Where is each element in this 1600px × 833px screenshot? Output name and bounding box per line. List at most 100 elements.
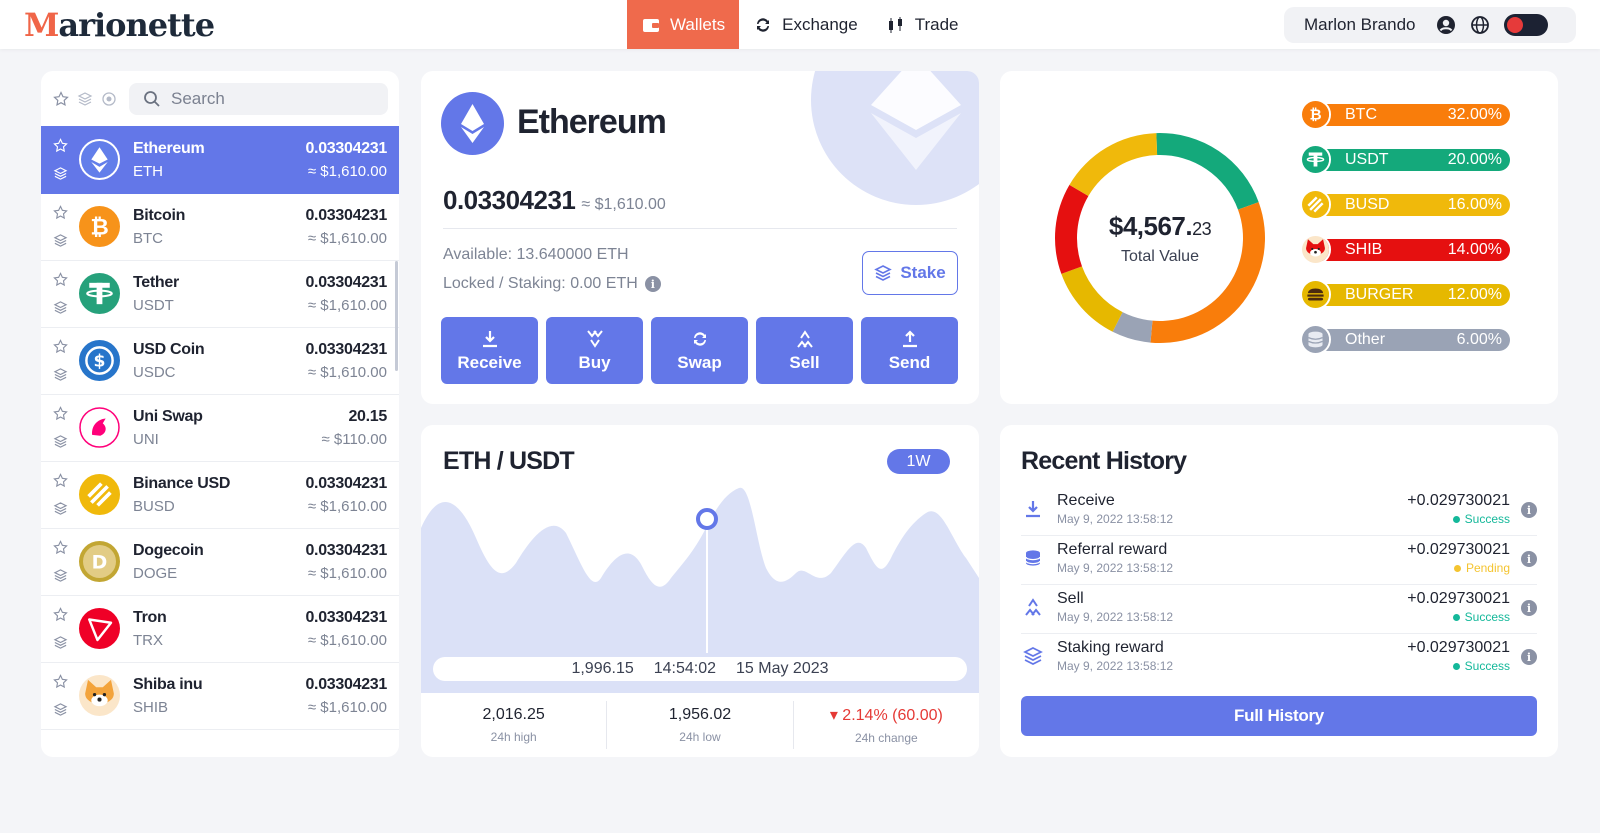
theme-toggle[interactable] <box>1503 14 1548 36</box>
wallet-actions: Receive Buy Swap Sell Send <box>441 317 958 384</box>
legend-item-other[interactable]: Other 6.00% <box>1300 324 1512 355</box>
buy-button[interactable]: Buy <box>546 317 643 384</box>
info-icon[interactable]: i <box>1521 502 1537 518</box>
coin-list-header <box>41 71 399 129</box>
shiba-icon <box>79 675 120 716</box>
search-box[interactable] <box>129 83 388 115</box>
coin-amount: 0.03304231 <box>305 676 387 693</box>
swap-button[interactable]: Swap <box>651 317 748 384</box>
history-row[interactable]: Sell May 9, 2022 13:58:12 +0.029730021 S… <box>1021 585 1537 634</box>
legend-item-shib[interactable]: SHIB 14.00% <box>1300 234 1512 265</box>
nav-label: Trade <box>914 14 959 34</box>
legend-name: USDT <box>1345 151 1389 168</box>
coin-row-shib[interactable]: Shiba inu SHIB 0.03304231 ≈ $1,610.00 <box>41 662 399 730</box>
legend-item-btc[interactable]: ₿ BTC 32.00% <box>1300 99 1512 130</box>
legend-percent: 20.00% <box>1447 151 1502 168</box>
history-amount: +0.029730021 <box>1407 639 1510 656</box>
nav-label: Wallets <box>670 14 726 34</box>
period-selector[interactable]: 1W <box>887 449 950 474</box>
stake-stack-icon[interactable] <box>53 367 68 387</box>
favorite-star-icon[interactable] <box>53 540 68 560</box>
send-button[interactable]: Send <box>861 317 958 384</box>
user-name[interactable]: Marlon Brando <box>1304 15 1416 35</box>
coin-name: Shiba inu <box>133 676 203 693</box>
legend-name: BURGER <box>1345 286 1414 303</box>
nav-wallets[interactable]: Wallets <box>627 0 740 49</box>
stake-button[interactable]: Stake <box>862 251 958 295</box>
ethereum-icon <box>79 139 120 180</box>
coin-icon[interactable] <box>101 91 117 107</box>
legend-item-burger[interactable]: BURGER 12.00% <box>1300 279 1512 310</box>
info-icon[interactable]: i <box>1521 649 1537 665</box>
legend-item-usdt[interactable]: USDT 20.00% <box>1300 144 1512 175</box>
coin-row-trx[interactable]: Tron TRX 0.03304231 ≈ $1,610.00 <box>41 595 399 663</box>
stake-stack-icon[interactable] <box>53 233 68 253</box>
favorite-star-icon[interactable] <box>53 674 68 694</box>
legend-percent: 6.00% <box>1456 331 1502 348</box>
nav-exchange[interactable]: Exchange <box>739 0 872 49</box>
stake-stack-icon[interactable] <box>53 635 68 655</box>
coin-list-panel: Ethereum ETH 0.03304231 ≈ $1,610.00 ₿ Bi… <box>41 71 399 757</box>
coin-symbol: BTC <box>133 230 163 247</box>
legend-item-busd[interactable]: BUSD 16.00% <box>1300 189 1512 220</box>
buy-icon <box>586 329 603 348</box>
coin-symbol: TRX <box>133 632 163 649</box>
busd-icon <box>1300 189 1331 220</box>
coin-row-eth[interactable]: Ethereum ETH 0.03304231 ≈ $1,610.00 <box>41 126 399 194</box>
stake-stack-icon[interactable] <box>53 568 68 588</box>
info-icon[interactable]: i <box>1521 600 1537 616</box>
stake-stack-icon[interactable] <box>53 300 68 320</box>
receive-button[interactable]: Receive <box>441 317 538 384</box>
globe-icon[interactable] <box>1470 15 1490 35</box>
info-icon[interactable]: i <box>644 276 661 292</box>
wallet-icon <box>643 18 659 32</box>
stake-stack-icon[interactable] <box>53 501 68 521</box>
available-balance: Available: 13.640000 ETH <box>443 246 629 263</box>
legend-percent: 32.00% <box>1447 106 1502 123</box>
search-input[interactable] <box>171 89 371 109</box>
favorite-star-icon[interactable] <box>53 205 68 225</box>
coin-row-uni[interactable]: Uni Swap UNI 20.15 ≈ $110.00 <box>41 394 399 462</box>
favorite-star-icon[interactable] <box>53 607 68 627</box>
history-row[interactable]: Receive May 9, 2022 13:58:12 +0.02973002… <box>1021 487 1537 536</box>
favorite-star-icon[interactable] <box>53 138 68 158</box>
history-row[interactable]: Referral reward May 9, 2022 13:58:12 +0.… <box>1021 536 1537 585</box>
coin-row-btc[interactable]: ₿ Bitcoin BTC 0.03304231 ≈ $1,610.00 <box>41 193 399 261</box>
nav-trade[interactable]: Trade <box>872 0 973 49</box>
coin-name: Tron <box>133 609 167 626</box>
stack-icon <box>1300 324 1331 355</box>
app-logo[interactable]: Marionette <box>24 6 215 44</box>
info-icon[interactable]: i <box>1521 551 1537 567</box>
stat-24h-change: ▾ 2.14% (60.00) 24h change <box>829 707 943 745</box>
stake-stack-icon[interactable] <box>53 166 68 186</box>
tooltip-time: 14:54:02 <box>653 660 717 677</box>
favorite-star-icon[interactable] <box>53 473 68 493</box>
star-icon[interactable] <box>53 91 69 107</box>
coin-row-usdc[interactable]: $ USD Coin USDC 0.03304231 ≈ $1,610.00 <box>41 327 399 395</box>
tooltip-value: 1,996.15 <box>571 660 634 677</box>
stake-stack-icon[interactable] <box>53 434 68 454</box>
svg-text:D: D <box>92 551 108 573</box>
stake-stack-icon[interactable] <box>53 702 68 722</box>
history-amount: +0.029730021 <box>1407 541 1510 558</box>
history-row[interactable]: Staking reward May 9, 2022 13:58:12 +0.0… <box>1021 634 1537 683</box>
status-dot <box>1453 564 1461 572</box>
sell-button[interactable]: Sell <box>756 317 853 384</box>
svg-text:₿: ₿ <box>90 214 108 240</box>
favorite-star-icon[interactable] <box>53 339 68 359</box>
price-marker[interactable] <box>696 508 718 530</box>
list-scrollbar[interactable] <box>395 261 398 371</box>
legend-percent: 14.00% <box>1447 241 1502 258</box>
favorite-star-icon[interactable] <box>53 272 68 292</box>
favorite-star-icon[interactable] <box>53 406 68 426</box>
busd-icon <box>79 474 120 515</box>
locked-balance: Locked / Staking: 0.00 ETH i <box>443 275 661 293</box>
coin-row-usdt[interactable]: Tether USDT 0.03304231 ≈ $1,610.00 <box>41 260 399 328</box>
unicorn-icon <box>79 407 120 448</box>
user-icon[interactable] <box>1436 15 1456 35</box>
refresh-icon <box>757 17 770 32</box>
coin-row-busd[interactable]: Binance USD BUSD 0.03304231 ≈ $1,610.00 <box>41 461 399 529</box>
stack-icon[interactable] <box>77 91 93 107</box>
full-history-button[interactable]: Full History <box>1021 696 1537 736</box>
coin-row-doge[interactable]: D Dogecoin DOGE 0.03304231 ≈ $1,610.00 <box>41 528 399 596</box>
